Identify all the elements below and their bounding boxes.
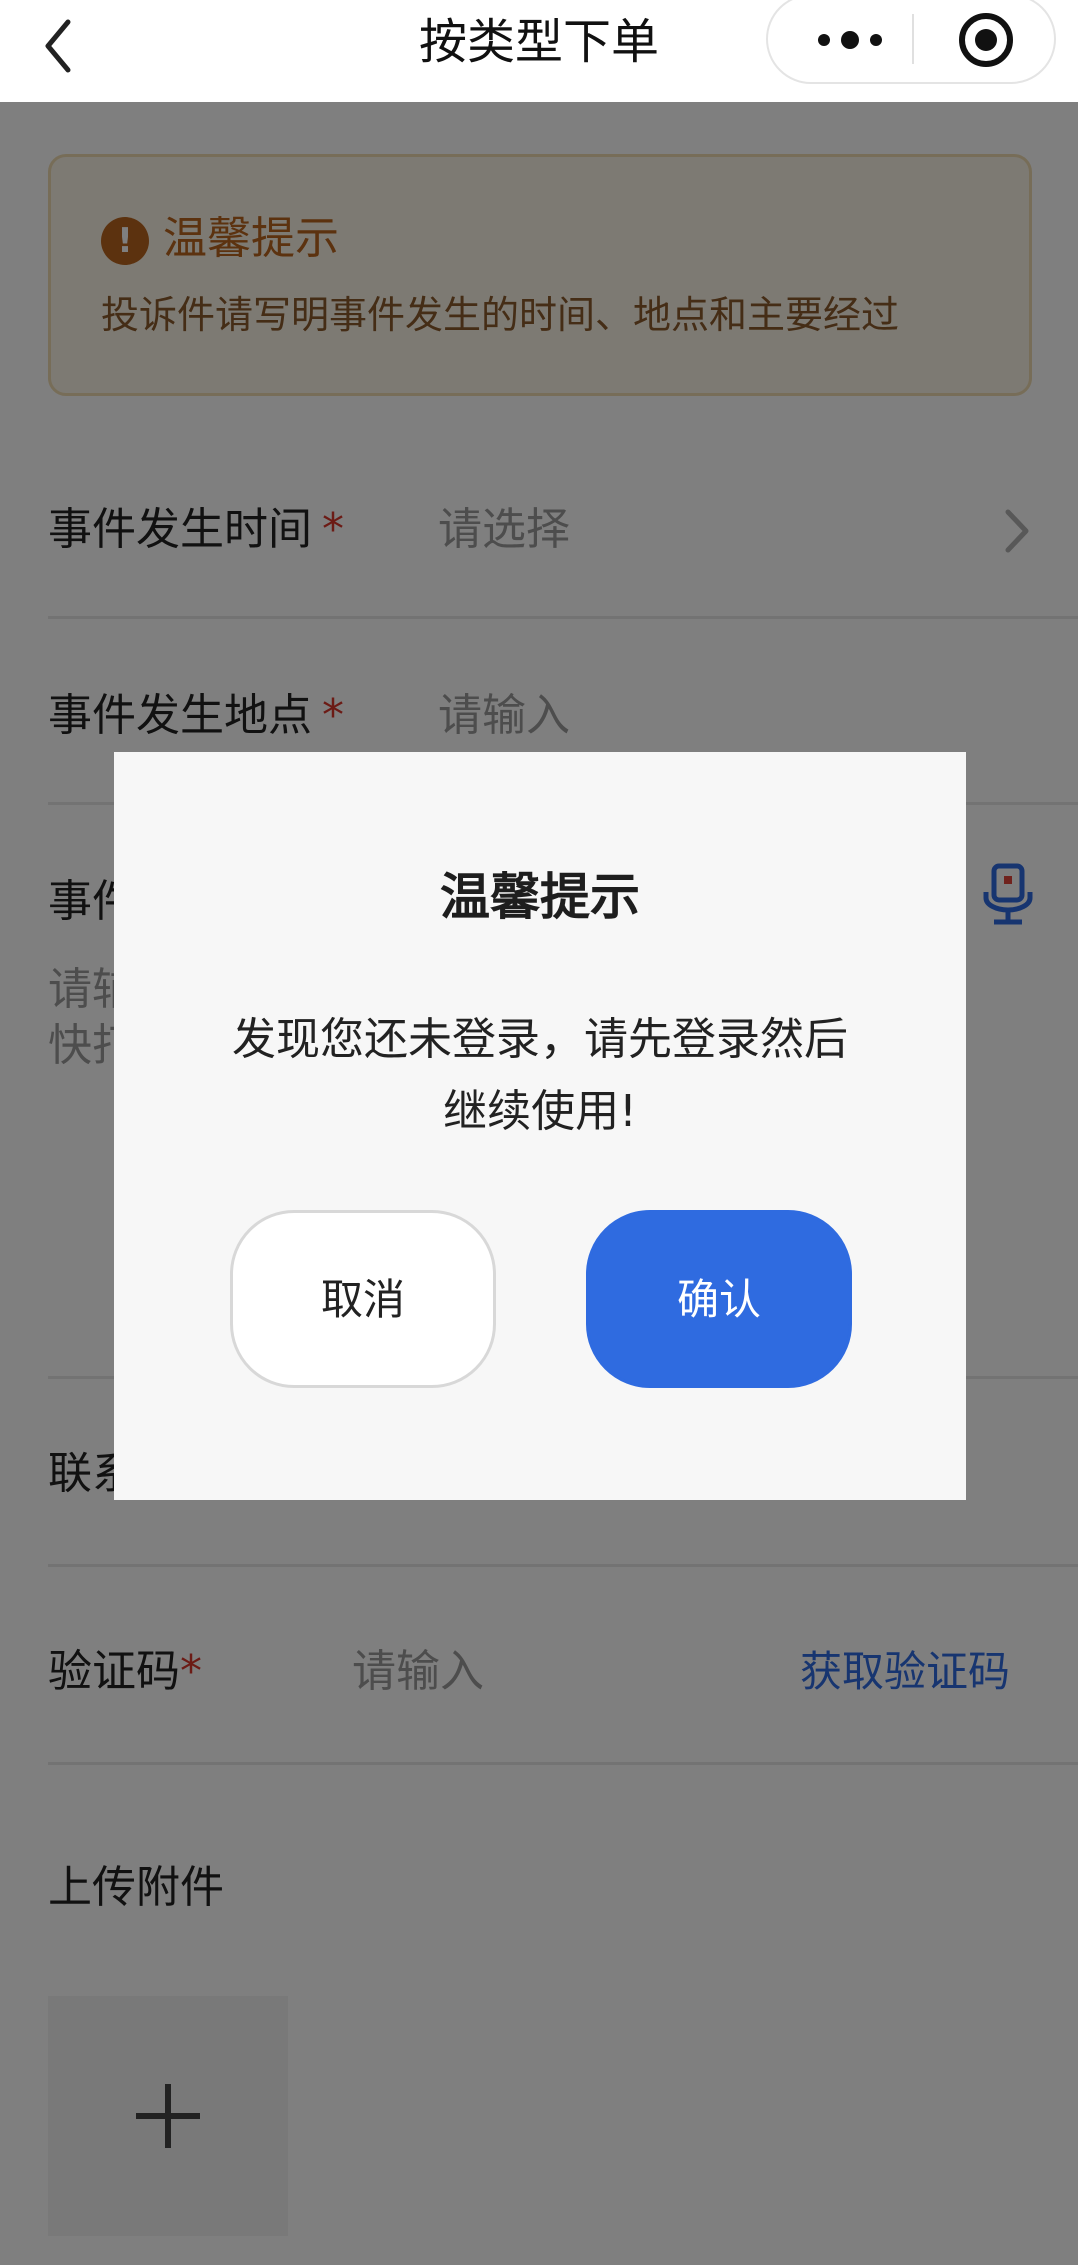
capsule-divider bbox=[912, 14, 914, 64]
mini-program-capsule bbox=[766, 0, 1056, 84]
dialog-title: 温馨提示 bbox=[440, 868, 640, 926]
cancel-button[interactable]: 取消 bbox=[230, 1210, 496, 1388]
login-prompt-dialog: 温馨提示 发现您还未登录，请先登录然后 继续使用! 取消 确认 bbox=[114, 752, 966, 1500]
dialog-message: 发现您还未登录，请先登录然后 继续使用! bbox=[184, 1004, 896, 1148]
target-icon[interactable] bbox=[954, 8, 1018, 72]
dialog-message-line1: 发现您还未登录，请先登录然后 bbox=[232, 1014, 848, 1065]
dialog-message-line2: 继续使用! bbox=[443, 1086, 637, 1137]
more-icon[interactable] bbox=[810, 18, 890, 62]
confirm-button[interactable]: 确认 bbox=[586, 1210, 852, 1388]
navigation-bar: 按类型下单 bbox=[0, 0, 1078, 102]
